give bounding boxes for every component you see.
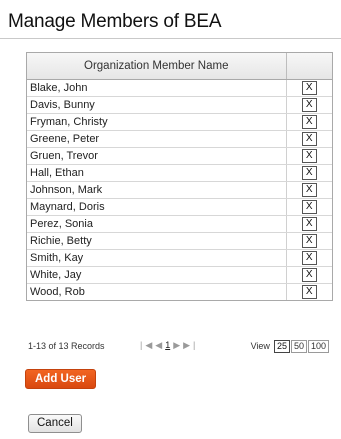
member-name-cell: Smith, Kay [27, 249, 287, 267]
table-row: Johnson, Mark X [27, 181, 332, 199]
member-rows: Blake, John X Davis, Bunny X Fryman, Christy… [27, 79, 332, 301]
remove-member-button[interactable]: X [301, 132, 317, 146]
member-actions-cell: X [286, 215, 332, 233]
member-name-cell: Greene, Peter [27, 130, 287, 148]
page-size-100[interactable]: 100 [307, 340, 329, 353]
table-row: Perez, Sonia X [27, 215, 332, 233]
add-user-button[interactable]: Add User [25, 369, 97, 389]
member-actions-cell: X [286, 232, 332, 250]
member-actions-cell: X [286, 249, 332, 267]
remove-member-button[interactable]: X [301, 268, 317, 282]
table-row: Smith, Kay X [27, 249, 332, 267]
remove-member-button[interactable]: X [301, 285, 317, 299]
table-row: Gruen, Trevor X [27, 147, 332, 165]
member-actions-cell: X [286, 164, 332, 182]
remove-member-button[interactable]: X [301, 183, 317, 197]
remove-member-button[interactable]: X [301, 115, 317, 129]
member-actions-cell: X [286, 130, 332, 148]
member-actions-cell: X [286, 181, 332, 199]
title-divider [0, 38, 341, 39]
view-label: View [250, 341, 270, 351]
page-title: Manage Members of BEA [8, 11, 222, 32]
table-row: Richie, Betty X [27, 232, 332, 250]
member-actions-cell: X [286, 198, 332, 216]
member-name-cell: Blake, John [27, 79, 287, 97]
member-actions-cell: X [286, 284, 332, 301]
member-actions-cell: X [286, 96, 332, 114]
member-name-cell: Hall, Ethan [27, 164, 287, 182]
remove-member-button[interactable]: X [301, 251, 317, 265]
remove-member-button[interactable]: X [301, 217, 317, 231]
page-size-50[interactable]: 50 [290, 340, 307, 353]
member-actions-cell: X [286, 266, 332, 284]
remove-member-button[interactable]: X [301, 234, 317, 248]
prev-page-icon[interactable]: ◀ [155, 340, 165, 350]
remove-member-button[interactable]: X [301, 200, 317, 214]
table-row: White, Jay X [27, 266, 332, 284]
member-actions-cell: X [286, 113, 332, 131]
column-header-actions [286, 53, 332, 80]
remove-member-button[interactable]: X [301, 81, 317, 95]
member-actions-cell: X [286, 79, 332, 97]
member-name-cell: White, Jay [27, 266, 287, 284]
members-table: Organization Member Name Blake, John X Dav… [27, 53, 332, 300]
next-page-icon[interactable]: ▶ [173, 340, 183, 350]
member-name-cell: Davis, Bunny [27, 96, 287, 114]
table-row: Maynard, Doris X [27, 198, 332, 216]
member-name-cell: Richie, Betty [27, 232, 287, 250]
table-row: Hall, Ethan X [27, 164, 332, 182]
record-count: 1-13 of 13 Records [28, 341, 105, 351]
cancel-button[interactable]: Cancel [28, 414, 82, 433]
table-row: Blake, John X [27, 79, 332, 97]
member-name-cell: Maynard, Doris [27, 198, 287, 216]
table-row: Greene, Peter X [27, 130, 332, 148]
pager: 1-13 of 13 Records |◀◀1 ▶▶| View 25 50 100 [26, 340, 331, 354]
last-page-icon[interactable]: ▶| [183, 340, 198, 350]
page-size-25[interactable]: 25 [273, 340, 290, 353]
table-header-row: Organization Member Name [27, 53, 332, 80]
remove-member-button[interactable]: X [301, 149, 317, 163]
current-page-link[interactable]: 1 [165, 340, 170, 350]
member-name-cell: Fryman, Christy [27, 113, 287, 131]
members-grid: Organization Member Name Blake, John X Dav… [26, 52, 333, 301]
member-name-cell: Wood, Rob [27, 283, 287, 300]
page-nav: |◀◀1 ▶▶| [140, 340, 198, 351]
remove-member-button[interactable]: X [301, 166, 317, 180]
column-header-member-name[interactable]: Organization Member Name [27, 53, 287, 80]
first-page-icon[interactable]: |◀ [140, 340, 155, 350]
member-actions-cell: X [286, 147, 332, 165]
table-row: Wood, Rob X [27, 283, 332, 301]
member-name-cell: Johnson, Mark [27, 181, 287, 199]
table-row: Fryman, Christy X [27, 113, 332, 131]
table-row: Davis, Bunny X [27, 96, 332, 114]
page-size-selector: View 25 50 100 [251, 340, 329, 353]
remove-member-button[interactable]: X [301, 98, 317, 112]
member-name-cell: Gruen, Trevor [27, 147, 287, 165]
member-name-cell: Perez, Sonia [27, 215, 287, 233]
